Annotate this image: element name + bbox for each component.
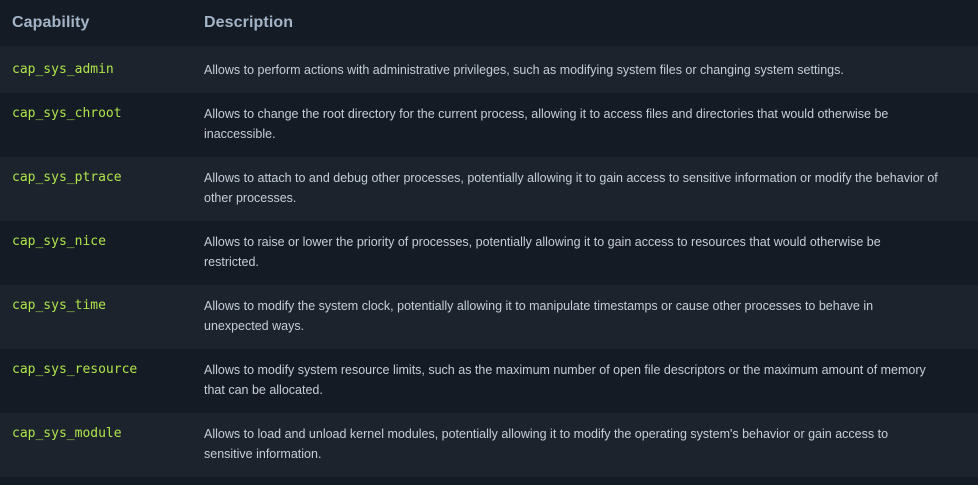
table-row: cap_sys_resource Allows to modify system… <box>0 349 978 413</box>
capability-name: cap_sys_ptrace <box>12 170 122 185</box>
capability-description: Allows to attach to and debug other proc… <box>204 171 938 205</box>
capability-description: Allows to raise or lower the priority of… <box>204 235 881 269</box>
table-row: cap_sys_admin Allows to perform actions … <box>0 46 978 93</box>
table-header: Capability Description <box>0 0 978 46</box>
table-row: cap_sys_chroot Allows to change the root… <box>0 93 978 157</box>
table-row: cap_sys_module Allows to load and unload… <box>0 413 978 477</box>
capability-name: cap_sys_admin <box>12 62 114 77</box>
capability-name: cap_sys_resource <box>12 362 138 377</box>
table-row: cap_sys_nice Allows to raise or lower th… <box>0 221 978 285</box>
capability-description: Allows to change the root directory for … <box>204 107 889 141</box>
header-description: Description <box>204 14 294 31</box>
header-capability: Capability <box>12 14 90 31</box>
capability-name: cap_sys_time <box>12 298 106 313</box>
table-row: cap_sys_time Allows to modify the system… <box>0 285 978 349</box>
capability-description: Allows to load and unload kernel modules… <box>204 427 889 461</box>
capability-description: Allows to modify system resource limits,… <box>204 363 926 397</box>
capability-description: Allows to perform actions with administr… <box>204 63 844 77</box>
table-row: cap_sys_ptrace Allows to attach to and d… <box>0 157 978 221</box>
capability-name: cap_sys_module <box>12 426 122 441</box>
capability-name: cap_sys_nice <box>12 234 106 249</box>
capability-description: Allows to modify the system clock, poten… <box>204 299 874 333</box>
capabilities-table: Capability Description cap_sys_admin All… <box>0 0 978 485</box>
capability-name: cap_sys_chroot <box>12 106 122 121</box>
